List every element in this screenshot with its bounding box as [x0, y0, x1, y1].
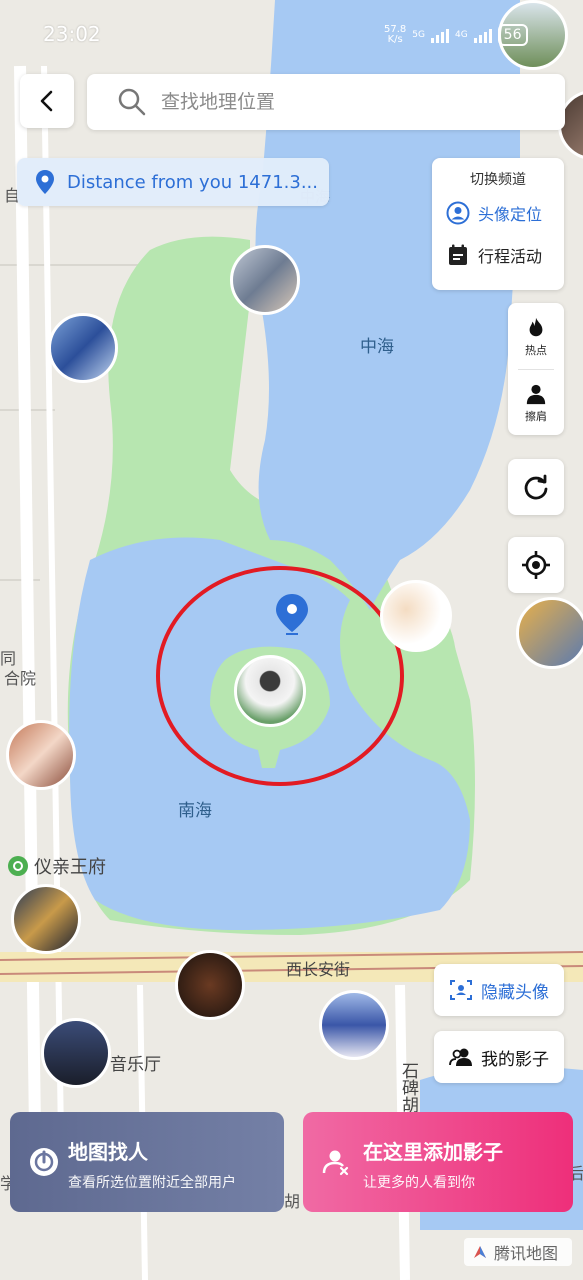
- lake-label-north: 中海: [360, 337, 394, 357]
- avatar-marker[interactable]: [11, 884, 81, 962]
- tencent-map-icon: [474, 1246, 486, 1258]
- status-time: 23:02: [43, 22, 101, 46]
- chevron-left-icon: [40, 90, 53, 112]
- refresh-icon: [524, 474, 548, 500]
- street-label: 西长安街: [286, 960, 351, 979]
- hot-spot-button[interactable]: 热点: [508, 307, 564, 367]
- find-people-subtitle: 查看所选位置附近全部用户: [68, 1175, 236, 1191]
- calendar-icon: [449, 244, 467, 265]
- avatar-marker[interactable]: [6, 720, 76, 798]
- search-icon: [118, 88, 146, 116]
- locate-icon: [522, 551, 550, 579]
- channel-item-label: 行程活动: [478, 247, 543, 266]
- status-indicators: 57.8 K/s 5G 4G 56: [384, 22, 528, 48]
- landmark-icon: [8, 856, 28, 876]
- map-provider-logo: 腾讯地图: [464, 1238, 572, 1266]
- battery-icon: 56: [497, 24, 528, 46]
- avatar-marker-self[interactable]: [234, 655, 306, 735]
- distance-indicator[interactable]: Distance from you 1471.3...: [17, 158, 329, 206]
- find-people-card[interactable]: 地图找人 查看所选位置附近全部用户: [10, 1112, 284, 1212]
- add-shadow-subtitle: 让更多的人看到你: [363, 1175, 475, 1191]
- add-shadow-card[interactable]: 在这里添加影子 让更多的人看到你: [303, 1112, 573, 1212]
- concert-hall-label: 音乐厅: [110, 1055, 161, 1075]
- add-shadow-title: 在这里添加影子: [363, 1140, 503, 1164]
- avatar-marker[interactable]: [48, 313, 118, 391]
- left-edge-label-2: 合院: [4, 669, 37, 688]
- person-circle-icon: [446, 201, 470, 225]
- my-shadow-label: 我的影子: [481, 1049, 549, 1070]
- channel-item-trip-activity[interactable]: 行程活动: [446, 240, 542, 270]
- signal-icon: [430, 27, 449, 43]
- distance-text: Distance from you 1471.3...: [67, 171, 318, 193]
- search-input[interactable]: [161, 91, 541, 113]
- find-people-title: 地图找人: [68, 1140, 148, 1164]
- brush-past-button[interactable]: 擦肩: [508, 373, 564, 433]
- hide-avatar-button[interactable]: 隐藏头像: [434, 964, 564, 1016]
- refresh-button[interactable]: [508, 459, 564, 515]
- bottom-road-label: 胡: [284, 1192, 301, 1211]
- back-button[interactable]: [20, 74, 74, 128]
- avatar-marker[interactable]: [516, 597, 583, 677]
- location-pin-icon: [36, 170, 54, 194]
- signal-icon-2: [473, 27, 492, 43]
- people-icon: [449, 1048, 472, 1066]
- network-4g-label: 4G: [454, 30, 468, 40]
- filter-tools: 热点 擦肩: [508, 303, 564, 435]
- person-add-icon: [322, 1150, 349, 1176]
- search-box[interactable]: [87, 74, 565, 130]
- avatar-marker[interactable]: [319, 990, 389, 1068]
- channel-item-label: 头像定位: [478, 205, 543, 224]
- locate-me-button[interactable]: [508, 537, 564, 593]
- my-shadow-button[interactable]: 我的影子: [434, 1031, 564, 1083]
- hide-avatar-label: 隐藏头像: [481, 982, 549, 1003]
- lake-label-south: 南海: [178, 801, 212, 821]
- stone-road-label: 石碑胡: [398, 1062, 418, 1113]
- landmark-label: 仪亲王府: [8, 853, 106, 879]
- channel-item-avatar-location[interactable]: 头像定位: [446, 198, 542, 228]
- channel-title: 切换频道: [470, 172, 526, 188]
- avatar-marker[interactable]: [230, 245, 300, 323]
- status-bar: 23:02 57.8 K/s 5G 4G 56: [0, 0, 583, 66]
- net-speed: 57.8 K/s: [384, 24, 407, 45]
- channel-switcher: 切换频道 头像定位 行程活动: [432, 158, 564, 290]
- radar-icon: [30, 1148, 58, 1176]
- flame-icon: [529, 317, 543, 336]
- avatar-marker[interactable]: [175, 950, 245, 1028]
- divider: [518, 369, 554, 370]
- avatar-marker[interactable]: [380, 580, 452, 660]
- scan-person-icon: [450, 980, 472, 1000]
- network-5g-label: 5G: [412, 30, 425, 40]
- person-icon: [526, 384, 546, 404]
- avatar-marker[interactable]: [41, 1018, 111, 1096]
